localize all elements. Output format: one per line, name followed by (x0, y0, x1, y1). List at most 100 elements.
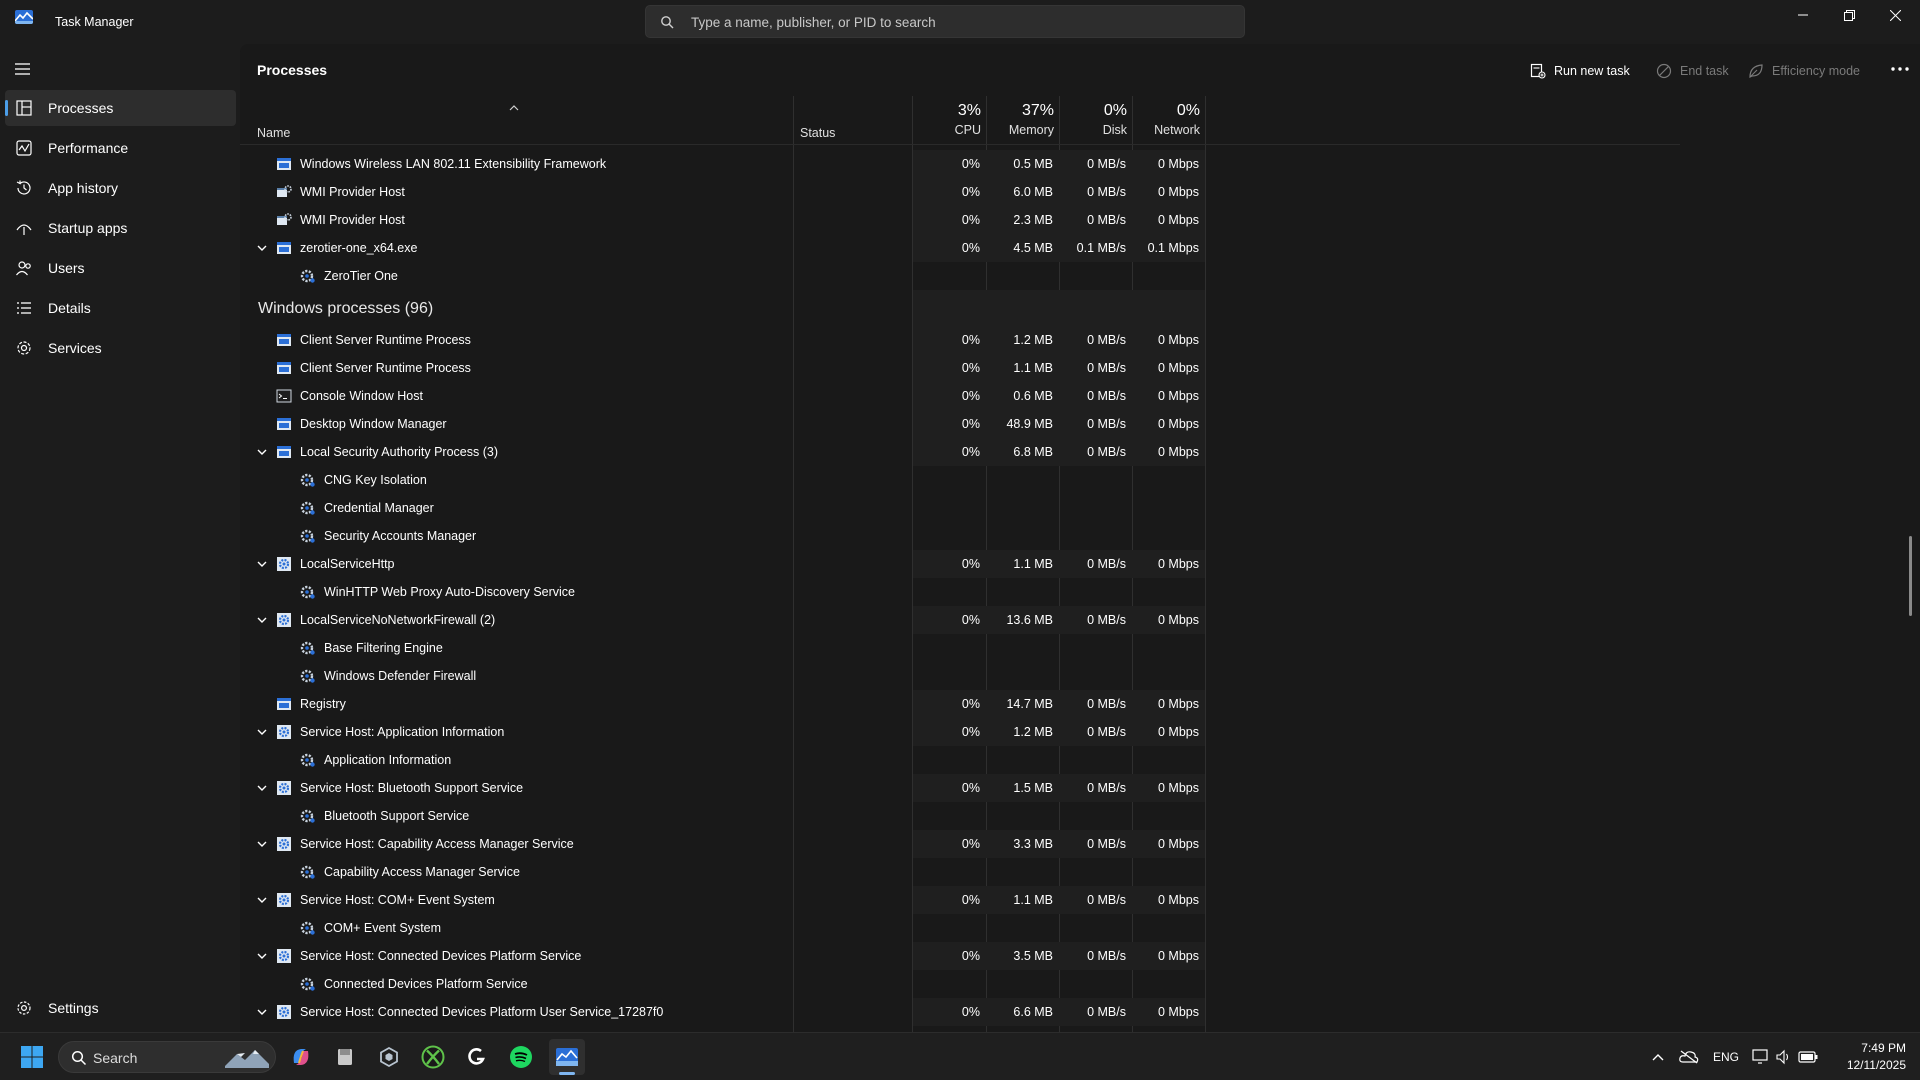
wmi-icon (276, 212, 292, 228)
column-header-status[interactable]: Status (800, 126, 835, 140)
service-row[interactable]: Application Information (240, 746, 1680, 774)
taskbar-spotify[interactable] (507, 1043, 535, 1071)
process-name: WMI Provider Host (300, 213, 405, 227)
process-row[interactable]: Windows Wireless LAN 802.11 Extensibilit… (240, 150, 1680, 178)
efficiency-mode-button[interactable]: Efficiency mode (1748, 59, 1860, 83)
sidebar-item-services[interactable]: Services (5, 330, 236, 366)
process-row[interactable]: Console Window Host 0% 0.6 MB 0 MB/s 0 Mbps (240, 382, 1680, 410)
chevron-down-icon[interactable] (256, 558, 268, 570)
chevron-down-icon[interactable] (256, 726, 268, 738)
service-row[interactable]: Connected Devices Platform Service (240, 970, 1680, 998)
column-header-cpu[interactable]: 3% CPU (913, 102, 981, 137)
chevron-down-icon[interactable] (256, 782, 268, 794)
process-row[interactable]: LocalServiceHttp 0% 1.1 MB 0 MB/s 0 Mbps (240, 550, 1680, 578)
process-row[interactable]: LocalServiceNoNetworkFirewall (2) 0% 13.6 … (240, 606, 1680, 634)
tray-quick-settings[interactable] (1750, 1043, 1820, 1071)
sort-ascending-icon (509, 99, 519, 114)
efficiency-mode-label: Efficiency mode (1772, 64, 1861, 78)
tray-onedrive[interactable] (1675, 1043, 1703, 1071)
chevron-down-icon[interactable] (256, 838, 268, 850)
taskbar-file-app[interactable] (331, 1043, 359, 1071)
network-value: 0 Mbps (1158, 697, 1199, 711)
hamburger-menu-button[interactable] (14, 62, 34, 80)
sidebar-item-users[interactable]: Users (5, 250, 236, 286)
process-row[interactable]: Service Host: Bluetooth Support Service 0… (240, 774, 1680, 802)
taskbar-app[interactable] (375, 1043, 403, 1071)
chevron-down-icon[interactable] (256, 242, 268, 254)
service-row[interactable]: Security Accounts Manager (240, 522, 1680, 550)
column-header-disk[interactable]: 0% Disk (1060, 102, 1127, 137)
process-name: LocalServiceNoNetworkFirewall (2) (300, 613, 496, 627)
chevron-down-icon[interactable] (256, 614, 268, 626)
show-hidden-icons-button[interactable] (1644, 1043, 1672, 1071)
service-host-icon (276, 1004, 292, 1020)
chevron-down-icon[interactable] (256, 950, 268, 962)
disk-value: 0 MB/s (1087, 185, 1126, 199)
sidebar-item-details[interactable]: Details (5, 290, 236, 326)
chevron-down-icon[interactable] (256, 446, 268, 458)
cpu-value: 0% (961, 613, 980, 627)
cpu-value: 0% (961, 557, 980, 571)
sidebar-item-processes[interactable]: Processes (5, 90, 236, 126)
process-row[interactable]: WMI Provider Host 0% 2.3 MB 0 MB/s 0 Mbps (240, 206, 1680, 234)
process-name: zerotier-one_x64.exe (300, 241, 418, 255)
service-row[interactable]: Windows Defender Firewall (240, 662, 1680, 690)
process-row[interactable]: Local Security Authority Process (3) 0% 6.… (240, 438, 1680, 466)
end-task-button[interactable]: End task (1656, 59, 1729, 83)
process-row[interactable]: Desktop Window Manager 0% 48.9 MB 0 MB/s 0 M… (240, 410, 1680, 438)
process-row[interactable]: Client Server Runtime Process 0% 1.2 MB 0 M… (240, 326, 1680, 354)
service-row[interactable]: CNG Key Isolation (240, 466, 1680, 494)
service-row[interactable]: Base Filtering Engine (240, 634, 1680, 662)
cpu-value: 0% (961, 213, 980, 227)
disk-value: 0 MB/s (1087, 697, 1126, 711)
taskbar-logitech[interactable] (463, 1043, 491, 1071)
service-host-icon (276, 612, 292, 628)
process-row[interactable]: Service Host: Application Information 0% 1… (240, 718, 1680, 746)
process-row[interactable]: WMI Provider Host 0% 6.0 MB 0 MB/s 0 Mbps (240, 178, 1680, 206)
taskbar-xbox[interactable] (419, 1043, 447, 1071)
process-row[interactable]: Service Host: Capability Access Manager … (240, 830, 1680, 858)
search-input[interactable] (691, 12, 1231, 32)
sidebar-item-settings[interactable]: Settings (5, 990, 236, 1026)
column-header-network[interactable]: 0% Network (1133, 102, 1200, 137)
sidebar-item-startup-apps[interactable]: Startup apps (5, 210, 236, 246)
tray-clock[interactable]: 7:49 PM 12/11/2025 (1822, 1041, 1906, 1075)
process-row[interactable]: Service Host: COM+ Event System 0% 1.1 MB 0… (240, 886, 1680, 914)
windows-start-button[interactable] (18, 1043, 46, 1071)
process-name: Credential Manager (324, 501, 434, 515)
close-button[interactable] (1872, 0, 1918, 30)
vertical-scrollbar[interactable] (1909, 536, 1912, 616)
xbox-icon (421, 1045, 445, 1069)
process-row[interactable]: Client Server Runtime Process 0% 1.1 MB 0 M… (240, 354, 1680, 382)
service-row[interactable]: ZeroTier One (240, 262, 1680, 290)
search-box[interactable] (645, 5, 1245, 38)
group-title: Windows processes (96) (258, 300, 434, 317)
run-new-task-button[interactable]: Run new task (1530, 59, 1630, 83)
sidebar-item-app-history[interactable]: App history (5, 170, 236, 206)
service-row[interactable]: WinHTTP Web Proxy Auto-Discovery Service (240, 578, 1680, 606)
tray-time: 7:49 PM (1861, 1041, 1906, 1055)
more-options-button[interactable] (1890, 60, 1914, 80)
minimize-button[interactable] (1780, 0, 1826, 30)
taskbar-copilot[interactable] (287, 1043, 315, 1071)
service-row[interactable]: COM+ Event System (240, 914, 1680, 942)
service-row[interactable]: Credential Manager (240, 494, 1680, 522)
process-row[interactable]: Service Host: Connected Devices Platform… (240, 998, 1680, 1026)
process-row[interactable]: Service Host: Connected Devices Platform… (240, 942, 1680, 970)
taskbar-search[interactable]: Search (58, 1041, 276, 1073)
service-row[interactable]: Bluetooth Support Service (240, 802, 1680, 830)
chevron-down-icon[interactable] (256, 894, 268, 906)
process-row[interactable]: zerotier-one_x64.exe 0% 4.5 MB 0.1 MB/s 0.1 … (240, 234, 1680, 262)
column-header-memory[interactable]: 37% Memory (987, 102, 1054, 137)
cpu-total: 3% (957, 102, 981, 119)
taskbar-task-manager[interactable] (549, 1039, 585, 1075)
restore-button[interactable] (1826, 0, 1872, 30)
disk-total: 0% (1103, 102, 1127, 119)
sidebar-item-performance[interactable]: Performance (5, 130, 236, 166)
service-row[interactable]: Capability Access Manager Service (240, 858, 1680, 886)
tray-language[interactable]: ENG (1713, 1050, 1739, 1064)
network-value: 0 Mbps (1158, 837, 1199, 851)
process-row[interactable]: Registry 0% 14.7 MB 0 MB/s 0 Mbps (240, 690, 1680, 718)
column-header-name[interactable]: Name (257, 126, 290, 140)
chevron-down-icon[interactable] (256, 1006, 268, 1018)
